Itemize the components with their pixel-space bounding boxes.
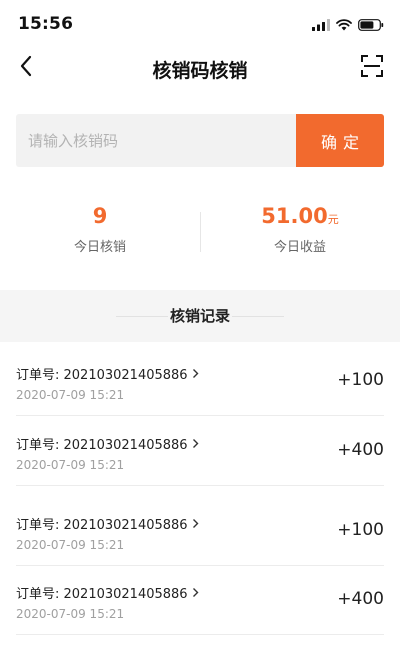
record-amount: +100 xyxy=(337,520,384,540)
record-date: 2020-07-09 15:21 xyxy=(16,458,125,472)
wifi-icon xyxy=(336,16,352,35)
chevron-right-icon xyxy=(192,438,199,449)
status-time: 15:56 xyxy=(18,14,74,34)
record-item[interactable]: 订单号: 202103021405886 2020-07-09 15:21 +4… xyxy=(16,416,384,486)
nav-bar: 核销码核销 xyxy=(0,44,400,92)
record-order-link[interactable]: 订单号: 202103021405886 xyxy=(16,514,199,533)
records-title: 核销记录 xyxy=(169,307,230,325)
today-income-stat: 51.00元 今日收益 xyxy=(200,200,400,255)
record-order-number: 订单号: 202103021405886 xyxy=(16,587,188,602)
chevron-right-icon xyxy=(192,518,199,529)
page-title: 核销码核销 xyxy=(152,60,248,82)
record-amount: +400 xyxy=(337,440,384,460)
record-order-number: 订单号: 202103021405886 xyxy=(16,518,188,533)
today-income-unit: 元 xyxy=(327,213,339,226)
today-count-stat: 9 今日核销 xyxy=(0,200,200,255)
battery-icon xyxy=(358,16,384,35)
today-income-value: 51.00 xyxy=(261,204,328,228)
confirm-button[interactable]: 确定 xyxy=(296,114,384,167)
today-income-value-wrap: 51.00元 xyxy=(200,200,400,232)
today-count-label: 今日核销 xyxy=(73,240,126,255)
record-date: 2020-07-09 15:21 xyxy=(16,388,125,402)
record-date: 2020-07-09 15:21 xyxy=(16,538,125,552)
scan-button[interactable] xyxy=(356,52,388,84)
record-order-link[interactable]: 订单号: 202103021405886 xyxy=(16,364,199,383)
record-order-link[interactable]: 订单号: 202103021405886 xyxy=(16,583,199,602)
record-amount: +400 xyxy=(337,589,384,609)
record-item[interactable]: 订单号: 202103021405886 2020-07-09 15:21 +1… xyxy=(16,346,384,416)
signal-icon xyxy=(312,16,330,35)
stats-panel: 9 今日核销 51.00元 今日收益 xyxy=(0,200,400,264)
status-bar: 15:56 xyxy=(0,0,400,44)
divider-line xyxy=(232,316,284,317)
code-input[interactable] xyxy=(16,114,296,167)
record-order-number: 订单号: 202103021405886 xyxy=(16,438,188,453)
chevron-right-icon xyxy=(192,368,199,379)
record-date: 2020-07-09 15:21 xyxy=(16,607,125,621)
records-section-header: 核销记录 xyxy=(0,290,400,342)
record-amount: +100 xyxy=(337,370,384,390)
record-item[interactable]: 订单号: 202103021405886 2020-07-09 15:21 +4… xyxy=(16,565,384,635)
today-income-label: 今日收益 xyxy=(273,240,326,255)
record-order-number: 订单号: 202103021405886 xyxy=(16,368,188,383)
today-count-value: 9 xyxy=(92,204,108,228)
code-input-row: 确定 xyxy=(16,114,384,167)
record-item[interactable]: 订单号: 202103021405886 2020-07-09 15:21 +1… xyxy=(16,496,384,566)
scan-icon xyxy=(361,55,383,81)
status-icons xyxy=(312,16,384,35)
record-order-link[interactable]: 订单号: 202103021405886 xyxy=(16,434,199,453)
chevron-right-icon xyxy=(192,587,199,598)
